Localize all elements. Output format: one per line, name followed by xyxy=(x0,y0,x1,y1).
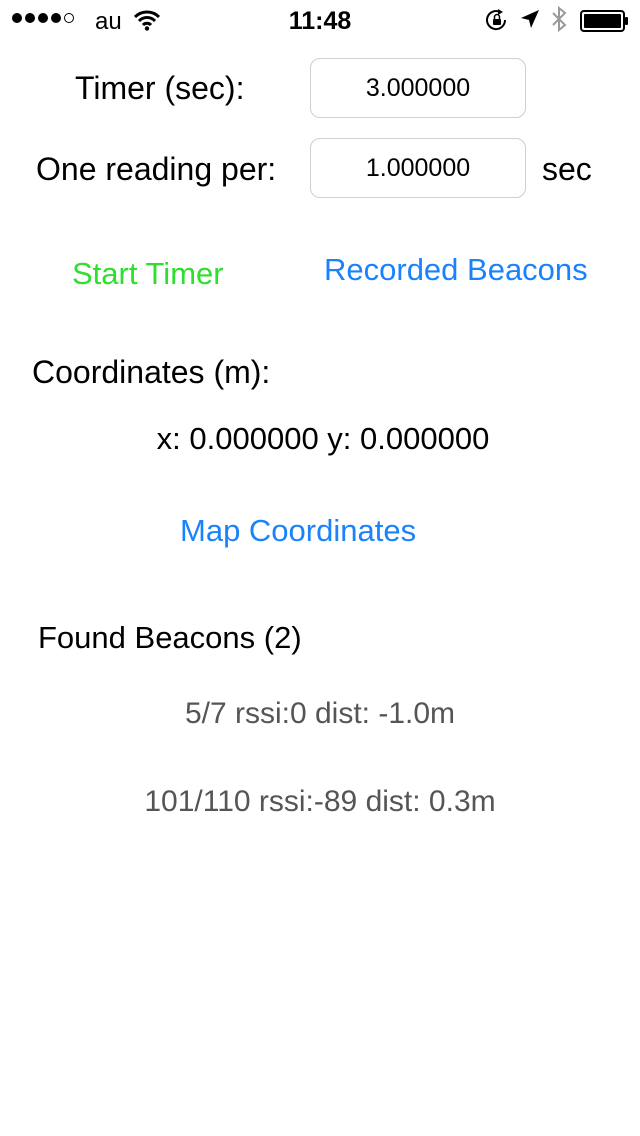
location-arrow-icon xyxy=(520,9,540,34)
reading-interval-unit: sec xyxy=(542,151,592,187)
coordinates-label: Coordinates (m): xyxy=(32,354,271,390)
status-bar: au 11:48 xyxy=(0,0,640,40)
timer-label: Timer (sec): xyxy=(75,70,245,106)
timer-input[interactable]: 3.000000 xyxy=(310,58,526,118)
found-beacons-label: Found Beacons (2) xyxy=(38,620,302,655)
reading-interval-input[interactable]: 1.000000 xyxy=(310,138,526,198)
bluetooth-icon xyxy=(551,5,567,37)
list-item: 5/7 rssi:0 dist: -1.0m xyxy=(184,697,456,730)
reading-interval-label: One reading per: xyxy=(36,151,277,187)
status-time: 11:48 xyxy=(288,7,352,35)
map-coordinates-button[interactable]: Map Coordinates xyxy=(180,513,416,549)
recorded-beacons-button[interactable]: Recorded Beacons xyxy=(324,252,588,288)
battery-icon xyxy=(580,10,630,37)
rotation-lock-icon xyxy=(485,9,509,36)
start-timer-button[interactable]: Start Timer xyxy=(72,256,224,292)
list-item: 101/110 rssi:-89 dist: 0.3m xyxy=(144,785,496,818)
coordinates-value: x: 0.000000 y: 0.000000 xyxy=(156,421,490,456)
